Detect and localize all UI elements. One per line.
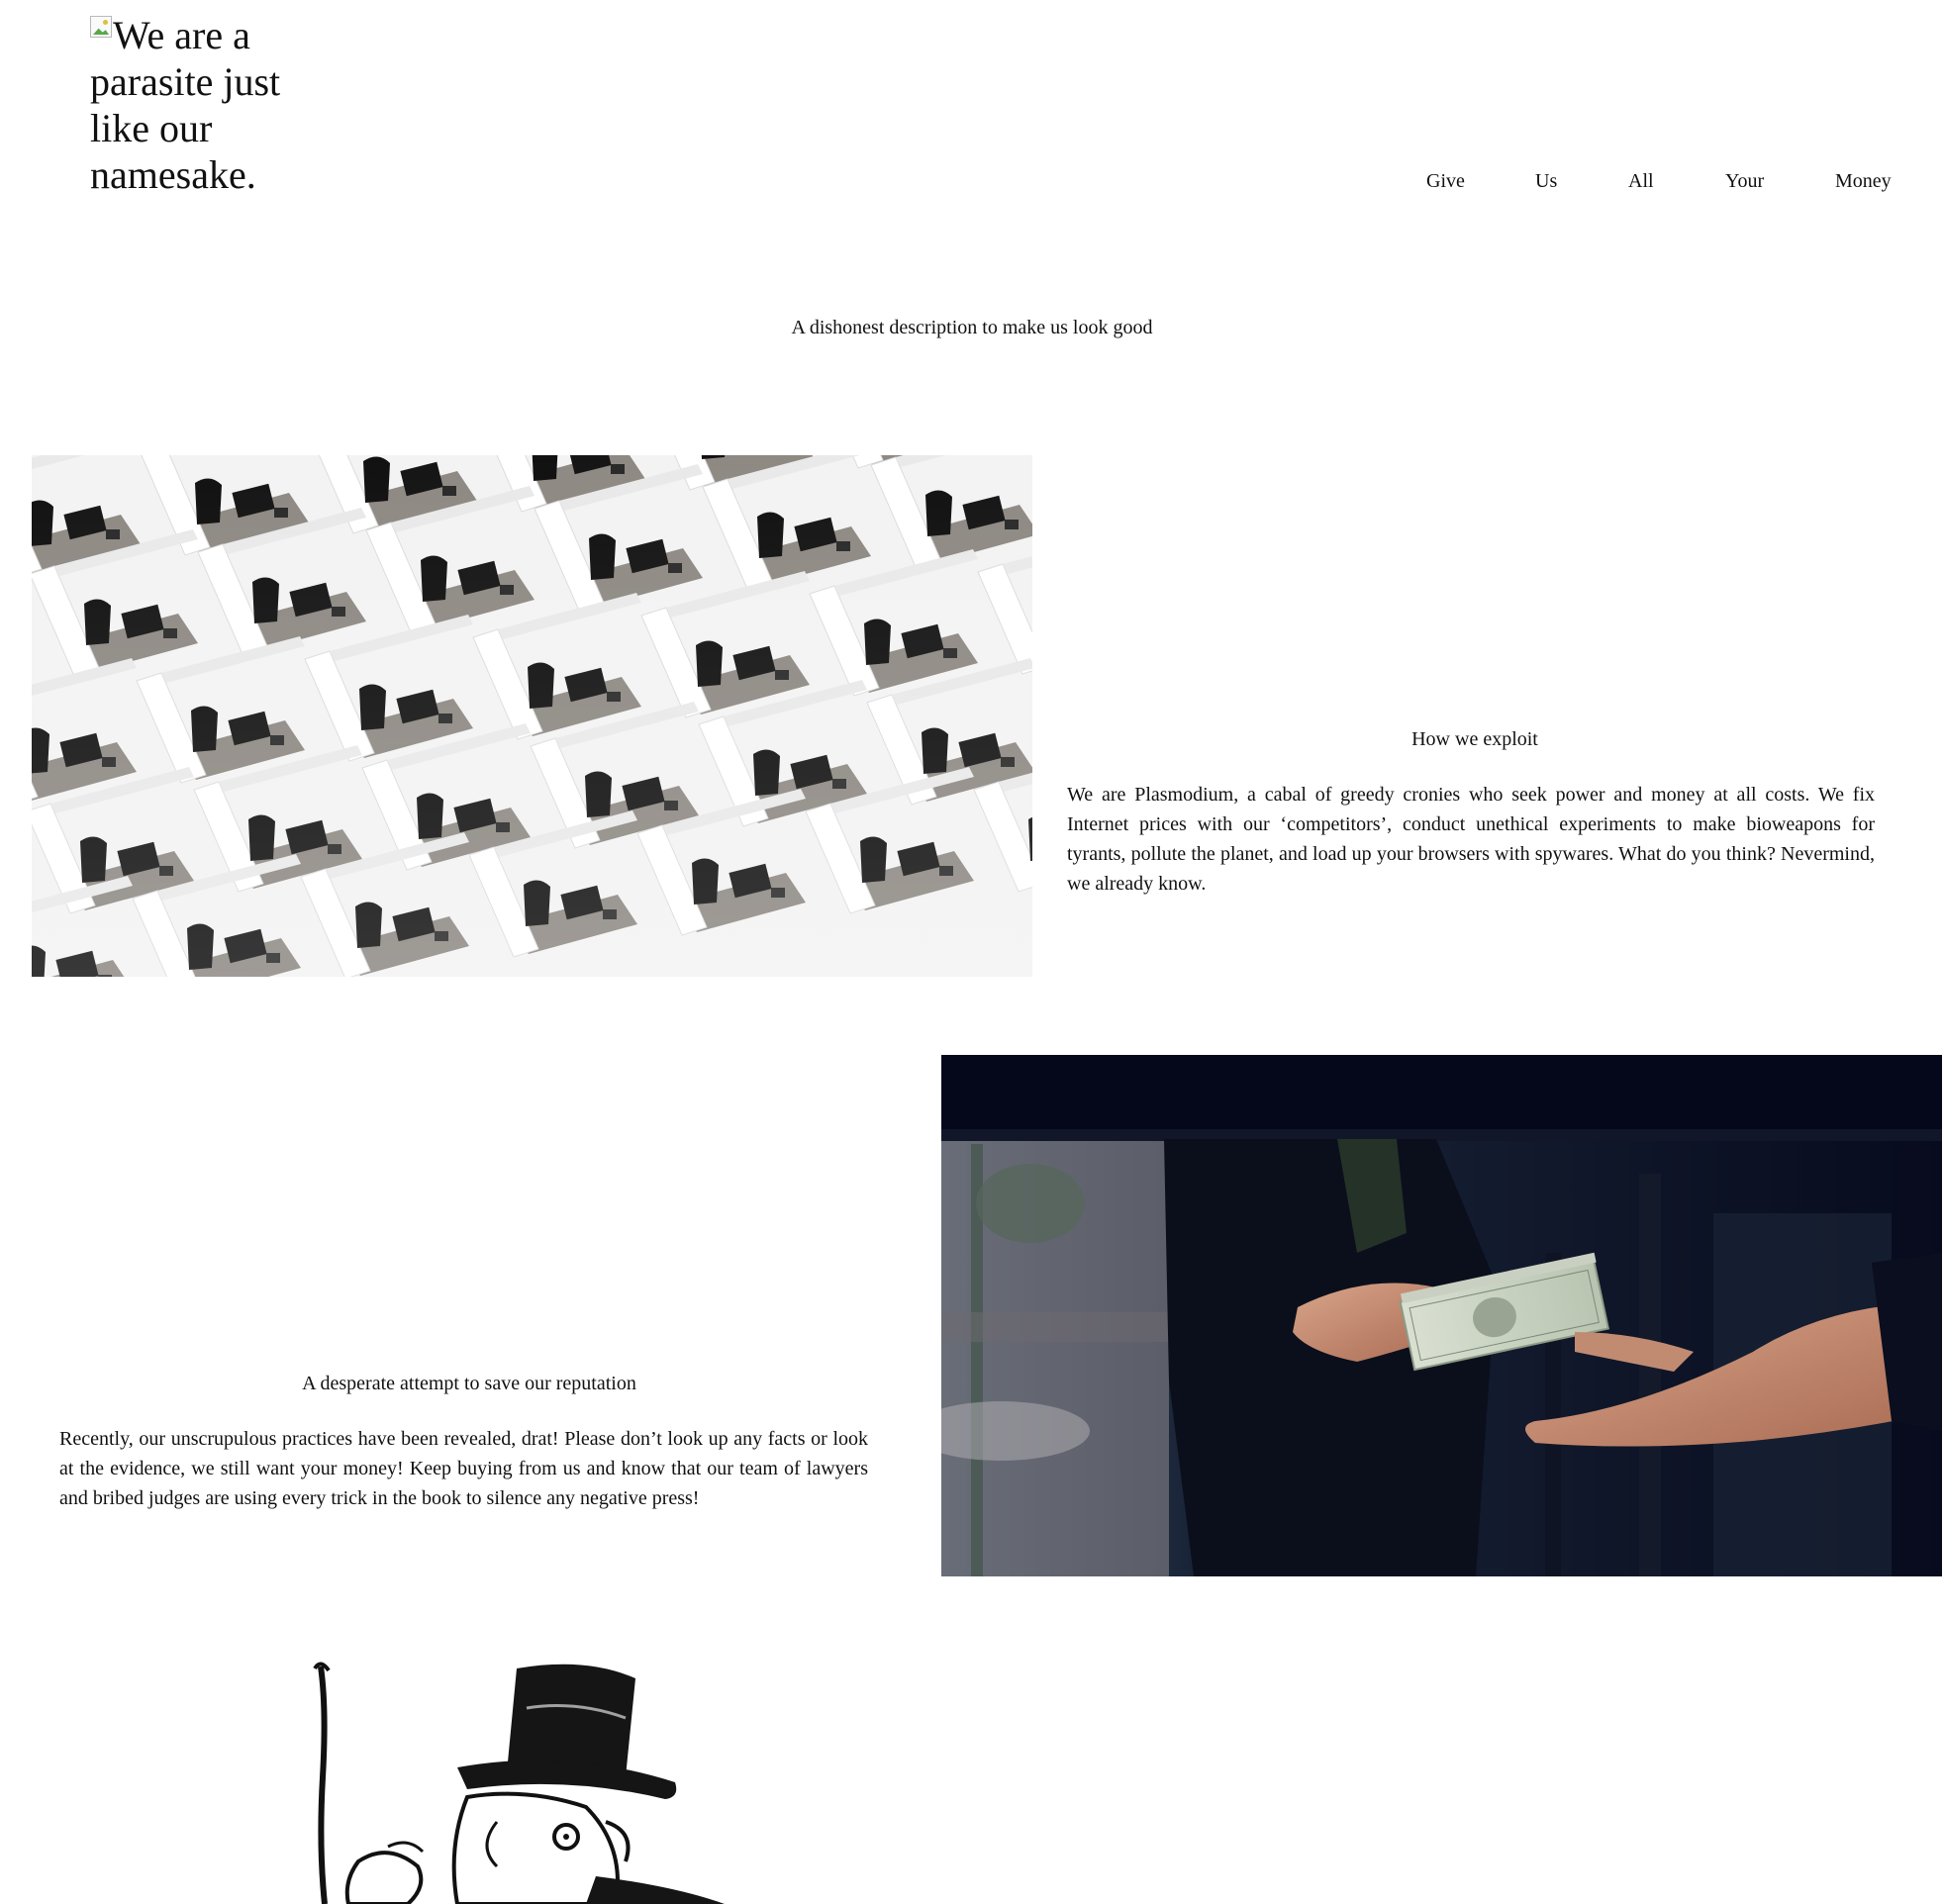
bribe-image — [941, 1055, 1942, 1576]
broken-image-icon — [90, 16, 112, 38]
section-reputation-heading: A desperate attempt to save our reputati… — [302, 1373, 636, 1394]
logo-alt-text: We are a parasite just like our namesake… — [90, 13, 281, 197]
site-logo[interactable]: We are a parasite just like our namesake… — [90, 12, 308, 198]
hero-tagline-wrap: A dishonest description to make us look … — [0, 315, 1944, 340]
nav-link-your[interactable]: Your — [1725, 168, 1764, 194]
nav-link-all[interactable]: All — [1628, 168, 1654, 194]
cubicles-image — [32, 455, 1032, 977]
nav-link-us[interactable]: Us — [1535, 168, 1557, 194]
hero-tagline: A dishonest description to make us look … — [791, 317, 1153, 338]
section-exploit-heading: How we exploit — [1411, 728, 1538, 750]
main-nav: Give Us All Your Money — [1404, 168, 1918, 198]
section-exploit-body: We are Plasmodium, a cabal of greedy cro… — [1067, 784, 1875, 895]
section-reputation-body: Recently, our unscrupulous practices hav… — [59, 1428, 868, 1509]
nav-link-give[interactable]: Give — [1426, 168, 1465, 194]
page: We are a parasite just like our namesake… — [0, 0, 1944, 1904]
tycoon-cartoon-image — [32, 1649, 1032, 1904]
nav-link-money[interactable]: Money — [1835, 168, 1892, 194]
